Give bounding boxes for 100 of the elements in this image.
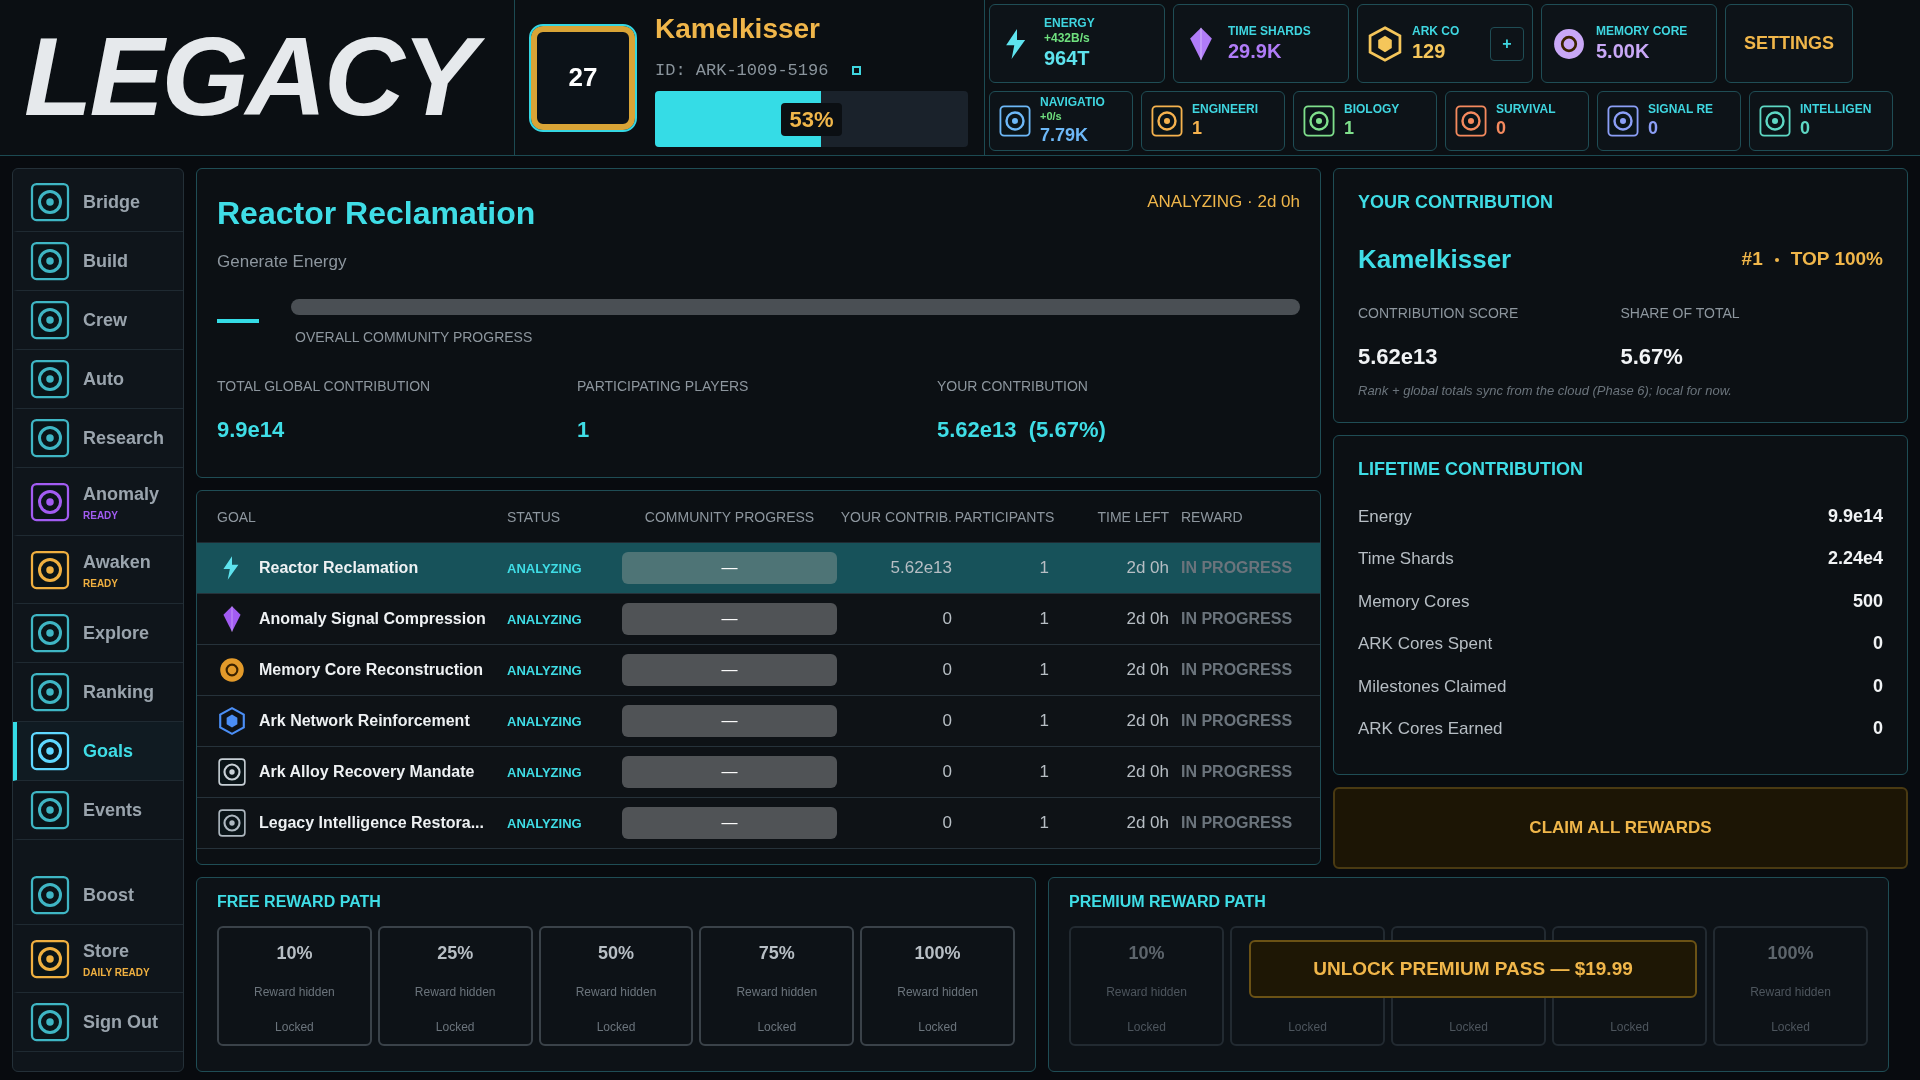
emblem-icon (998, 104, 1032, 139)
section-title: LIFETIME CONTRIBUTION (1358, 458, 1584, 481)
lifetime-value: 0 (1873, 674, 1883, 698)
nav-item[interactable]: Ranking (13, 663, 183, 722)
table-cell: 2d 0h (1126, 558, 1169, 578)
emblem-icon (29, 1001, 71, 1043)
nav-item[interactable]: Build (13, 232, 183, 291)
lifetime-label: Energy (1358, 505, 1412, 528)
status-text: ANALYZING (507, 561, 582, 576)
unlock-button[interactable]: UNLOCK PREMIUM PASS — $19.99 (1249, 940, 1697, 998)
column-header: YOUR CONTRIB. (840, 508, 952, 525)
xp-reading: 53% (781, 102, 842, 136)
resource-label: TIME SHARDS (1228, 23, 1311, 39)
add-button[interactable]: + (1490, 26, 1524, 61)
nav-item[interactable]: Store DAILY READY (13, 925, 183, 993)
resource-value: 5.00K (1596, 38, 1651, 64)
nav-label: Sign Out (83, 1010, 158, 1034)
goal-icon (217, 808, 247, 838)
emblem-icon (1758, 104, 1792, 139)
settings-button[interactable]: SETTINGS (1725, 4, 1853, 84)
status-text: ANALYZING (507, 612, 582, 627)
game-logo: LEGACY (8, 13, 490, 142)
skill-rate: +0/s (1040, 110, 1063, 125)
lifetime-label: Milestones Claimed (1358, 675, 1507, 698)
goal-status: ANALYZING · 2d 0h (1147, 191, 1300, 213)
resource-label: ENERGY (1044, 16, 1095, 32)
nav-item[interactable]: Anomaly READY (13, 468, 183, 536)
skill-label: SIGNAL RE (1648, 102, 1714, 118)
skill-value: 1 (1192, 117, 1203, 140)
table-cell: 1 (1039, 813, 1049, 833)
tier-state: Locked (1610, 1019, 1649, 1036)
goal-icon (217, 655, 247, 685)
emblem-icon (29, 612, 71, 654)
status-text: ANALYZING (507, 765, 582, 780)
player-name: Kamelkisser (655, 11, 821, 46)
goal-name: Reactor Reclamation (259, 558, 419, 578)
tier-reward: Reward hidden (736, 984, 818, 1001)
claim-button[interactable]: CLAIM ALL REWARDS (1333, 787, 1908, 869)
column-header: TIME LEFT (1097, 508, 1169, 525)
goal-subtitle: Generate Energy (217, 251, 348, 273)
table-row[interactable]: Reactor Reclamation ANALYZING — 5.62e13 1 2d 0h IN PROGRESS (197, 543, 1320, 594)
nav-label: Ranking (83, 680, 154, 704)
reward-status: IN PROGRESS (1181, 814, 1293, 831)
progress-pill: — (622, 654, 837, 686)
lifetime-value: 0 (1873, 632, 1883, 656)
nav-item[interactable]: Auto (13, 350, 183, 409)
table-cell: 1 (1039, 711, 1049, 731)
table-cell: 0 (942, 813, 952, 833)
emblem-icon (29, 548, 71, 591)
tier-reward: Reward hidden (1106, 984, 1187, 1001)
nav-item[interactable]: Boost (13, 866, 183, 925)
tier-percent: 100% (914, 942, 961, 965)
skill-value: 0 (1648, 117, 1659, 140)
nav-label: Crew (83, 308, 127, 332)
nav-item[interactable]: Crew (13, 291, 183, 350)
player-id: ID: ARK-1009-5196 (655, 59, 829, 82)
goal-name: Anomaly Signal Compression (259, 609, 486, 629)
nav-item[interactable]: Events (13, 781, 183, 840)
table-cell: 1 (1039, 609, 1049, 629)
level-badge: 27 (531, 25, 635, 130)
nav-label: Research (83, 426, 165, 450)
skill-value: 1 (1344, 117, 1355, 140)
nav-item[interactable]: Awaken READY (13, 536, 183, 604)
tier-percent: 75% (758, 942, 795, 965)
nav-item[interactable]: Goals (13, 722, 183, 781)
table-cell: 0 (942, 609, 952, 629)
section-title: YOUR CONTRIBUTION (1358, 191, 1554, 214)
emblem-icon (29, 240, 71, 282)
tier-state: Locked (757, 1019, 797, 1036)
lifetime-label: Memory Cores (1358, 590, 1470, 613)
tier-percent: 25% (437, 942, 474, 965)
nav-item[interactable]: Sign Out (13, 993, 183, 1052)
status-text: ANALYZING (507, 663, 582, 678)
stat-value: 9.9e14 (217, 415, 286, 444)
hexagon-icon (1366, 24, 1404, 63)
nav-item[interactable]: Research (13, 409, 183, 468)
tier-state: Locked (275, 1019, 314, 1036)
section-title: FREE REWARD PATH (217, 892, 382, 912)
lifetime-label: ARK Cores Earned (1358, 718, 1503, 740)
skill-label: SURVIVAL (1496, 102, 1556, 118)
progress-pill: — (622, 756, 837, 788)
tier-state: Locked (1771, 1019, 1810, 1036)
top-percent: TOP 100% (1790, 247, 1883, 272)
skill-label: NAVIGATIO (1040, 95, 1105, 111)
rank-number: #1 (1741, 247, 1763, 272)
stat-value: 5.62e13 (5.67%) (937, 415, 1107, 444)
column-header: GOAL (217, 508, 256, 525)
column-header: STATUS (507, 508, 561, 525)
nav-item[interactable]: Explore (13, 604, 183, 663)
nav-item[interactable]: Bridge (13, 173, 183, 232)
resource-value: 964T (1044, 46, 1091, 72)
emblem-icon (29, 417, 71, 459)
tier-state: Locked (918, 1019, 957, 1036)
table-cell: 0 (942, 711, 952, 731)
reward-status: IN PROGRESS (1181, 763, 1293, 780)
stat-label: YOUR CONTRIBUTION (937, 376, 1089, 396)
table-cell: 2d 0h (1126, 660, 1169, 680)
lifetime-label: ARK Cores Spent (1358, 633, 1493, 655)
table-cell: 1 (1039, 660, 1049, 680)
goal-icon (217, 706, 247, 736)
